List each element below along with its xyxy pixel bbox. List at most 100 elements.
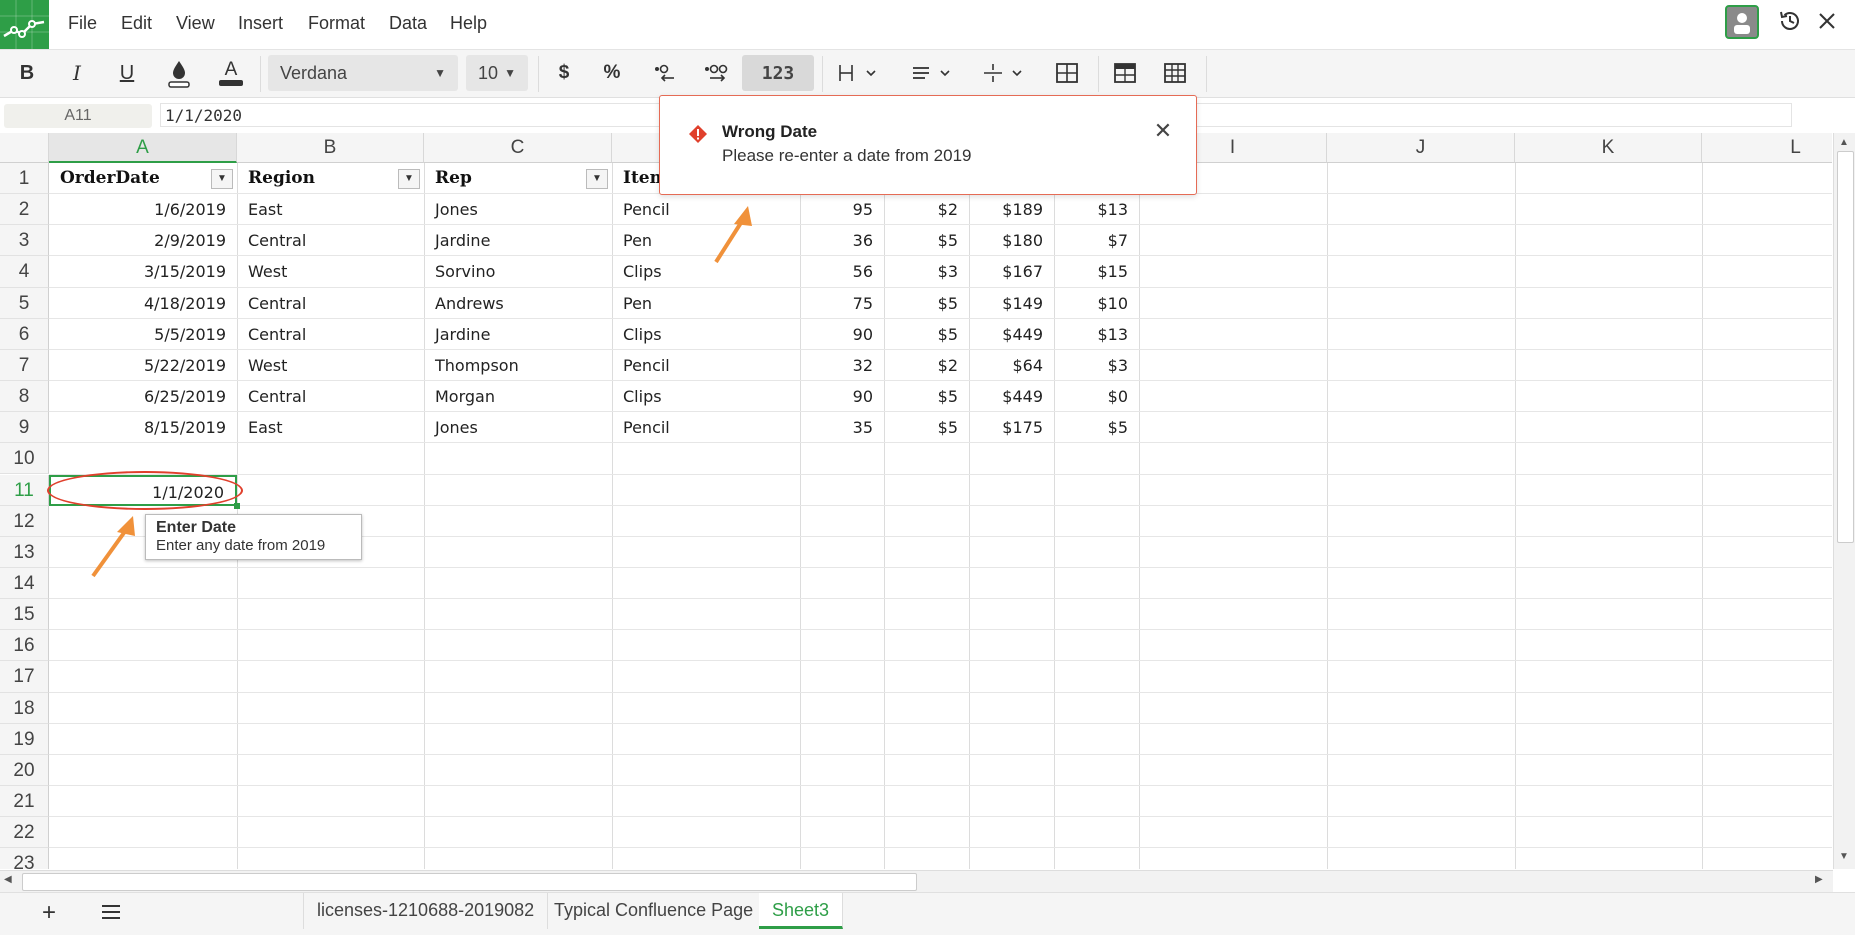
currency-format-button[interactable]: $ [552,57,576,89]
data-cell[interactable]: $189 [969,194,1054,225]
data-cell[interactable]: Clips [612,256,800,287]
row-header[interactable]: 6 [0,318,49,350]
data-cell[interactable]: Pen [612,288,800,319]
data-cell[interactable]: Clips [612,319,800,350]
data-cell[interactable]: Pencil [612,194,800,225]
column-header[interactable]: B [237,133,424,163]
data-cell[interactable]: $3 [884,256,969,287]
data-cell[interactable]: $7 [1054,225,1139,256]
data-cell[interactable]: $5 [884,412,969,443]
data-cell[interactable]: Pencil [612,412,800,443]
fill-color-icon[interactable] [164,57,194,89]
data-cell[interactable]: $5 [884,288,969,319]
row-header[interactable]: 3 [0,225,49,257]
data-cell[interactable]: 32 [800,350,884,381]
data-cell[interactable]: Thompson [424,350,612,381]
filter-dropdown-icon[interactable]: ▼ [586,169,608,189]
row-header[interactable]: 13 [0,536,49,568]
data-cell[interactable]: Andrews [424,288,612,319]
filter-dropdown-icon[interactable]: ▼ [398,169,420,189]
data-cell[interactable]: Pen [612,225,800,256]
row-header[interactable]: 7 [0,349,49,382]
data-cell[interactable]: 2/9/2019 [49,225,237,256]
add-sheet-icon[interactable]: + [42,899,56,927]
data-cell[interactable]: $0 [1054,381,1139,412]
menu-view[interactable]: View [176,13,215,34]
data-cell[interactable]: $5 [1054,412,1139,443]
column-header[interactable]: A [49,133,237,163]
row-header[interactable]: 9 [0,412,49,444]
text-wrap-icon[interactable] [910,57,956,89]
data-cell[interactable]: 5/22/2019 [49,350,237,381]
column-header[interactable]: C [424,133,612,163]
data-cell[interactable]: $2 [884,350,969,381]
data-cell[interactable]: Jones [424,412,612,443]
font-color-button[interactable]: A [216,57,246,89]
data-cell[interactable]: East [237,412,424,443]
close-window-icon[interactable] [1813,8,1841,36]
data-cell[interactable]: 95 [800,194,884,225]
data-cell[interactable]: 90 [800,319,884,350]
underline-button[interactable]: U [112,57,142,89]
menu-insert[interactable]: Insert [238,13,283,34]
row-header[interactable]: 10 [0,443,49,475]
data-cell[interactable]: Clips [612,381,800,412]
data-cell[interactable]: $13 [1054,194,1139,225]
data-cell[interactable]: $3 [1054,350,1139,381]
column-header[interactable]: L [1702,133,1832,163]
row-header[interactable]: 1 [0,163,49,195]
data-cell[interactable]: Central [237,319,424,350]
data-cell[interactable]: $5 [884,381,969,412]
data-cell[interactable]: $15 [1054,256,1139,287]
data-cell[interactable]: Jardine [424,319,612,350]
row-header[interactable]: 15 [0,599,49,631]
percent-format-button[interactable]: % [600,57,624,89]
data-cell[interactable]: 56 [800,256,884,287]
sheet-tab-confluence[interactable]: Typical Confluence Page [541,893,768,929]
data-cell[interactable]: West [237,350,424,381]
scroll-right-icon[interactable]: ▶ [1815,874,1823,885]
data-cell[interactable]: $5 [884,225,969,256]
filter-dropdown-icon[interactable]: ▼ [211,169,233,189]
data-cell[interactable]: 4/18/2019 [49,288,237,319]
select-all-corner[interactable] [0,133,49,163]
scroll-left-icon[interactable]: ◀ [4,874,12,885]
data-cell[interactable]: 36 [800,225,884,256]
menu-file[interactable]: File [68,13,97,34]
data-cell[interactable]: East [237,194,424,225]
history-icon[interactable] [1776,8,1804,36]
row-header[interactable]: 5 [0,287,49,319]
menu-data[interactable]: Data [389,13,427,34]
scroll-up-icon[interactable]: ▲ [1839,137,1849,148]
row-header[interactable]: 12 [0,505,49,537]
data-cell[interactable]: West [237,256,424,287]
row-header[interactable]: 2 [0,194,49,226]
horizontal-align-icon[interactable] [836,57,882,89]
row-header[interactable]: 11 [0,474,49,506]
data-cell[interactable]: Jones [424,194,612,225]
row-header[interactable]: 19 [0,723,49,755]
data-cell[interactable]: $2 [884,194,969,225]
spreadsheet-grid[interactable]: A B C I J K L 1 2 3 4 5 6 7 8 9 10 11 12 13 14 15 16 17 18 19 20 21… [0,133,1832,869]
data-cell[interactable]: $180 [969,225,1054,256]
close-icon[interactable]: ✕ [1150,118,1176,144]
fill-handle[interactable] [234,502,240,509]
column-header[interactable]: K [1515,133,1702,163]
menu-format[interactable]: Format [308,13,365,34]
data-cell[interactable]: Central [237,288,424,319]
row-header[interactable]: 4 [0,256,49,288]
italic-button[interactable]: I [62,57,92,89]
header-cell[interactable]: OrderDate [49,163,237,194]
data-cell[interactable]: $167 [969,256,1054,287]
row-header[interactable]: 14 [0,567,49,600]
data-cell[interactable]: $64 [969,350,1054,381]
data-cell[interactable]: Central [237,225,424,256]
scroll-down-icon[interactable]: ▼ [1839,851,1849,862]
user-avatar-icon[interactable] [1725,5,1759,39]
data-cell[interactable]: $13 [1054,319,1139,350]
row-header[interactable]: 16 [0,630,49,662]
format-table-icon[interactable] [1162,57,1188,89]
row-header[interactable]: 22 [0,817,49,849]
vertical-align-icon[interactable] [982,57,1028,89]
data-cell[interactable]: $149 [969,288,1054,319]
